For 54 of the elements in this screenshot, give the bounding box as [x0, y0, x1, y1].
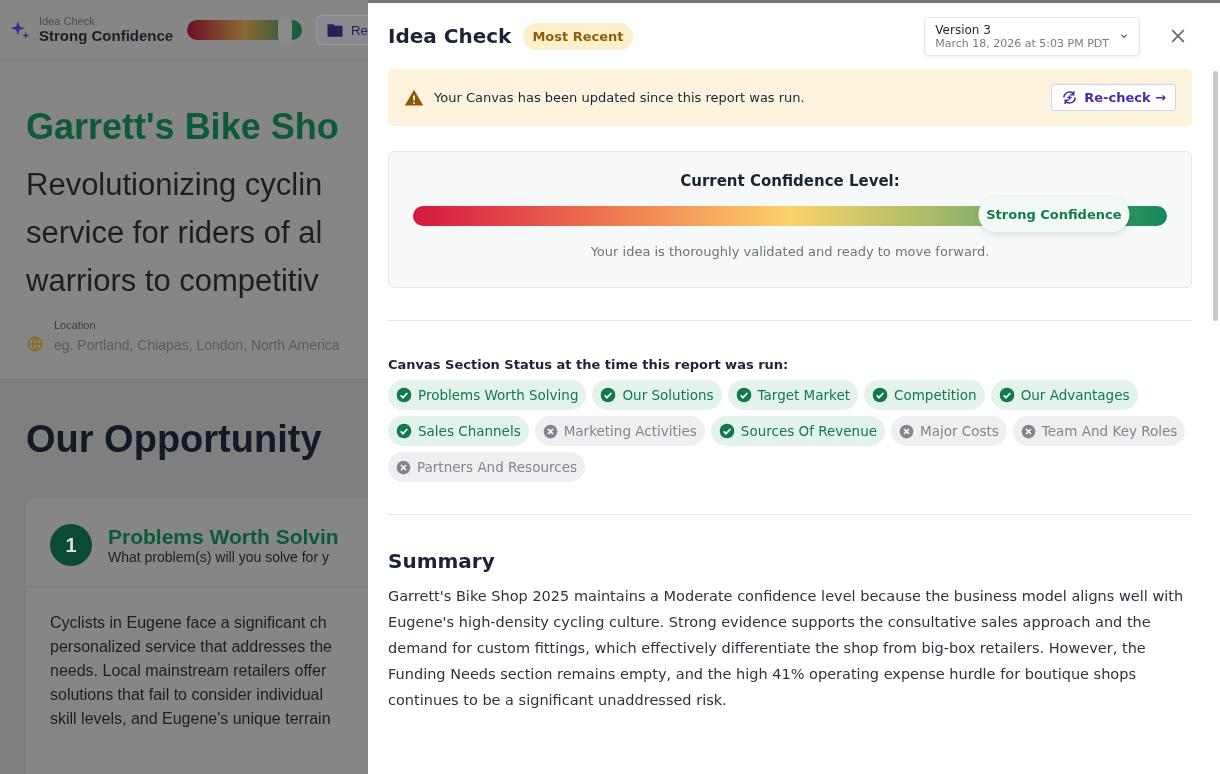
card-title: Problems Worth Solvin — [108, 525, 339, 549]
section-status-chip: Target Market — [727, 380, 858, 410]
tagline-text: warriors to competitiv — [26, 262, 320, 300]
card-text-line: needs. Local mainstream retailers offer — [50, 661, 328, 681]
section-status-chip: Problems Worth Solving — [388, 380, 587, 410]
globe-icon — [26, 335, 44, 353]
card-text-line: Cyclists in Eugene face a significant ch — [50, 613, 328, 633]
check-circle-icon — [735, 387, 752, 403]
check-circle-icon — [998, 387, 1015, 403]
confidence-level-label: Strong Confidence — [978, 197, 1130, 232]
recheck-button[interactable]: Re-check → — [1051, 84, 1176, 111]
drawer-title: Idea Check — [388, 24, 512, 48]
tagline-text: service for riders of al — [26, 214, 324, 252]
section-status-chip: Major Costs — [891, 416, 1007, 446]
section-status-chip: Our Solutions — [592, 380, 722, 410]
section-heading: Our Opportunity — [26, 417, 323, 462]
summary-text: Garrett's Bike Shop 2025 maintains a Moderate confidence level because the business model aligns well with Eugene's high-density cycling culture. Strong evidence supports the consultative sales approach and the demand for custom fittings, which effectively differentiate the shop from big-box retailers. However, the Funding Needs section remains empty, and the high 41% operating expense hurdle for boutique shops continues to be a significant unaddressed risk. — [388, 587, 1185, 710]
check-circle-icon — [872, 387, 888, 403]
section-status-chip: Competition — [864, 380, 985, 410]
confidence-status: Strong Confidence — [39, 27, 174, 45]
status-heading: Canvas Section Status at the time this report was run: — [388, 357, 790, 372]
section-status-chip: Team And Key Roles — [1012, 416, 1186, 446]
card-text-line: skill levels, and Eugene's unique terrain — [50, 709, 332, 729]
version-dropdown[interactable]: Version 3 March 18, 2026 at 5:03 PM PDT — [924, 16, 1140, 56]
section-status-chip: Partners And Resources — [388, 452, 585, 482]
x-circle-icon — [899, 423, 914, 439]
check-circle-icon — [718, 423, 735, 439]
idea-check-label: Idea Check — [39, 15, 96, 27]
most-recent-badge: Most Recent — [523, 22, 633, 50]
x-circle-icon — [1020, 423, 1036, 439]
alert-text: Your Canvas has been updated since this report was run. — [434, 90, 806, 105]
check-circle-icon — [396, 387, 412, 403]
section-status-chip: Sources Of Revenue — [710, 416, 885, 446]
card-subtitle: What problem(s) will you solve for y — [108, 549, 330, 565]
x-circle-icon — [542, 423, 558, 439]
card-text-line: personalized service that addresses the — [50, 637, 333, 657]
check-circle-icon — [396, 423, 412, 439]
location-label: Location — [54, 319, 97, 331]
tagline-text: Revolutionizing cyclin — [26, 166, 324, 204]
confidence-caption: Your idea is thoroughly validated and ready to move forward. — [590, 244, 990, 259]
section-status-chip: Sales Channels — [388, 416, 529, 446]
confidence-title: Current Confidence Level: — [680, 172, 900, 190]
scrollbar-thumb[interactable] — [1213, 71, 1218, 321]
business-title: Garrett's Bike Sho — [26, 105, 340, 149]
summary-heading: Summary — [388, 549, 496, 573]
step-number: 1 — [50, 524, 92, 566]
x-circle-icon — [396, 459, 411, 475]
section-status-chip: Marketing Activities — [534, 416, 705, 446]
check-circle-icon — [600, 387, 617, 403]
refresh-icon — [1061, 89, 1079, 106]
recheck-button[interactable]: Re — [315, 15, 368, 45]
section-status-chip: Our Advantages — [990, 380, 1138, 410]
sparkle-icon — [10, 19, 32, 41]
card-text-line: solutions that fail to consider individual — [50, 685, 325, 705]
